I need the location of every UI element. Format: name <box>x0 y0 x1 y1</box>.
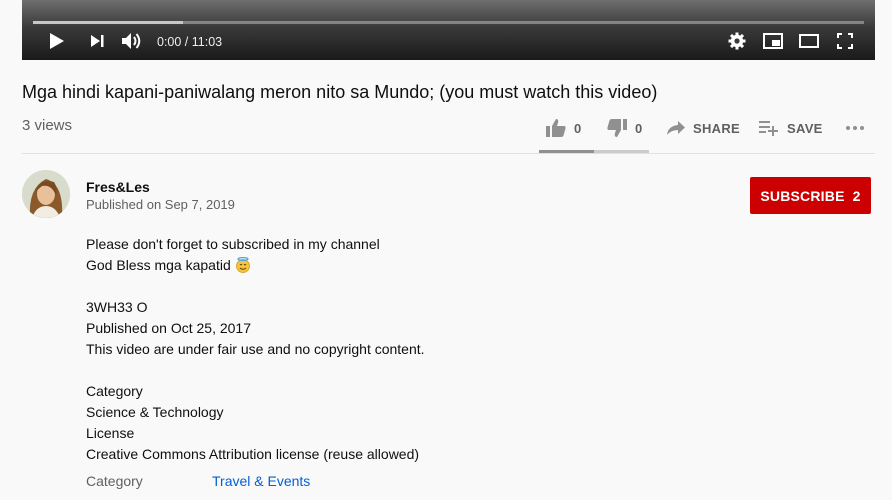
settings-icon <box>728 32 746 55</box>
channel-avatar[interactable] <box>22 170 70 218</box>
share-icon <box>667 121 685 135</box>
more-horizontal-icon <box>845 125 865 131</box>
description-line: Category <box>86 383 143 399</box>
buffered-progress <box>33 21 183 24</box>
metadata-category-row: Category Travel & Events <box>86 473 310 489</box>
smiling-face-with-halo-icon <box>235 257 251 273</box>
next-icon <box>90 34 104 53</box>
thumbs-down-icon <box>607 119 627 137</box>
like-button[interactable]: 0 <box>546 117 582 139</box>
share-button[interactable]: SHARE <box>667 117 740 139</box>
description-line: Published on Oct 25, 2017 <box>86 320 252 336</box>
description-line: Science & Technology <box>86 404 224 420</box>
playlist-add-icon <box>759 120 779 136</box>
dislike-button[interactable]: 0 <box>607 117 643 139</box>
video-player[interactable]: 0:00 / 11:03 <box>22 0 875 60</box>
description-line: License <box>86 425 135 441</box>
description-line <box>86 360 425 381</box>
play-icon <box>49 32 65 55</box>
save-label: SAVE <box>787 120 823 136</box>
subscribe-label: SUBSCRIBE <box>760 187 845 204</box>
play-button[interactable] <box>46 32 68 54</box>
theater-mode-button[interactable] <box>798 32 820 54</box>
description-line: Please don't forget to subscribed in my … <box>86 236 380 252</box>
subscribe-button[interactable]: SUBSCRIBE 2 <box>750 177 871 214</box>
video-description: Please don't forget to subscribed in my … <box>86 234 425 465</box>
progress-bar[interactable] <box>33 21 864 24</box>
miniplayer-button[interactable] <box>762 32 784 54</box>
fullscreen-icon <box>837 32 853 54</box>
time-display: 0:00 / 11:03 <box>157 35 223 49</box>
divider <box>22 153 875 154</box>
mute-button[interactable] <box>121 32 143 54</box>
channel-name[interactable]: Fres&Les <box>86 179 150 195</box>
description-line: God Bless mga kapatid <box>86 255 425 276</box>
subscriber-count: 2 <box>852 187 861 204</box>
metadata-category-link[interactable]: Travel & Events <box>212 473 310 489</box>
settings-button[interactable] <box>726 32 748 54</box>
description-line: 3WH33 O <box>86 299 148 315</box>
like-count: 0 <box>574 120 582 136</box>
description-line: This video are under fair use and no cop… <box>86 341 425 357</box>
save-button[interactable]: SAVE <box>759 117 823 139</box>
publish-date: Published on Sep 7, 2019 <box>86 197 235 212</box>
theater-icon <box>799 33 819 53</box>
view-count: 3 views <box>22 117 73 134</box>
volume-icon <box>121 32 143 55</box>
metadata-category-label: Category <box>86 473 143 489</box>
video-title: Mga hindi kapani-paniwalang meron nito s… <box>22 82 658 102</box>
miniplayer-icon <box>763 32 783 54</box>
dislike-count: 0 <box>635 120 643 136</box>
description-line: Creative Commons Attribution license (re… <box>86 446 420 462</box>
description-line <box>86 276 425 297</box>
thumbs-up-icon <box>546 119 566 137</box>
fullscreen-button[interactable] <box>834 32 856 54</box>
next-button[interactable] <box>86 32 108 54</box>
more-actions-button[interactable] <box>845 117 865 139</box>
share-label: SHARE <box>693 120 741 136</box>
